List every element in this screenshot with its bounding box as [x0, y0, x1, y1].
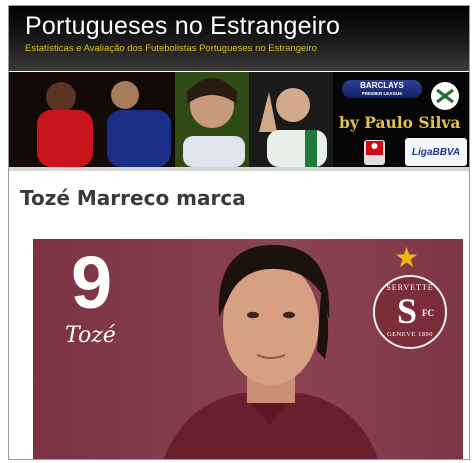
servette-crest: SERVETTE S FC GENEVE 1890 [373, 275, 447, 349]
site-title[interactable]: Portugueses no Estrangeiro [25, 12, 340, 41]
blog-header: Portugueses no Estrangeiro Estatísticas … [9, 6, 469, 71]
player-face-2 [111, 81, 139, 109]
premier-league-logo: BARCLAYS PREMIER LEAGUE [342, 80, 422, 98]
star-icon: ★ [394, 241, 420, 274]
page-frame: Portugueses no Estrangeiro Estatísticas … [8, 5, 470, 460]
site-tagline: Estatísticas e Avaliação dos Futebolista… [25, 43, 317, 54]
banner-byline: by Paulo Silva [339, 113, 461, 132]
player-face-4 [276, 88, 310, 122]
player-shirt-green [267, 130, 327, 167]
player-face-1 [46, 82, 76, 112]
bundesliga-logo: BUNDES LIGA [364, 140, 385, 165]
post-title[interactable]: Tozé Marreco marca [20, 186, 246, 210]
liga-bbva-logo: LigaBBVA [405, 138, 467, 166]
player-shirt-white [183, 136, 245, 167]
player-shirt-red [37, 110, 93, 167]
player-shirt-blue [107, 110, 171, 167]
header-divider [9, 167, 469, 171]
post-image[interactable]: 9 Tozé ★ SERVETTE S FC GENEVE 1890 [33, 239, 463, 459]
header-banner-image[interactable]: BARCLAYS PREMIER LEAGUE by Paulo Silva B… [9, 72, 469, 167]
